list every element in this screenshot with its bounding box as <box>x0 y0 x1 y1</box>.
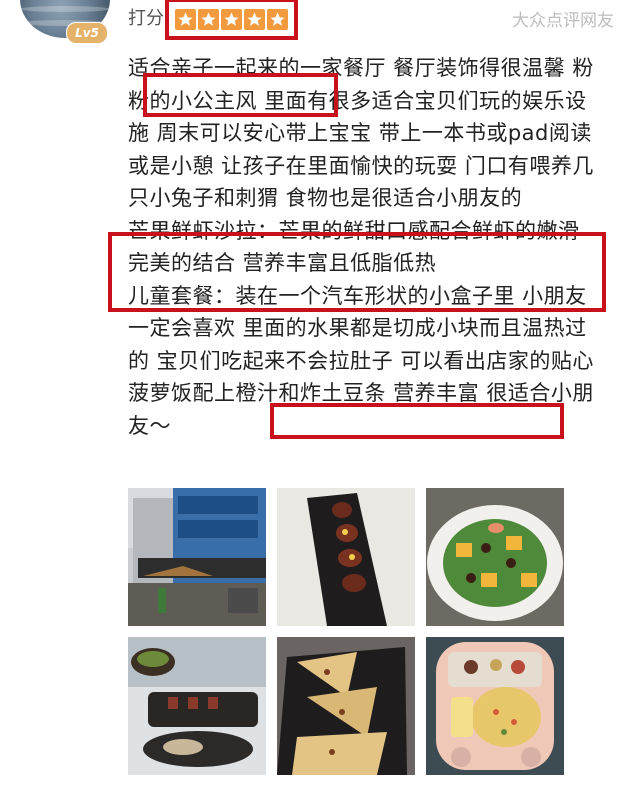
review-paragraph-kids-meal: 儿童套餐：装在一个汽车形状的小盒子里 小朋友一定会喜欢 里面的水果都是切成小块而… <box>128 283 594 438</box>
review-paragraph-salad: 芒果鲜虾沙拉：芒果的鲜甜口感配合鲜虾的嫩滑 完美的结合 营养丰富且低脂低热 <box>128 218 580 276</box>
star-icon <box>198 8 219 30</box>
star-icon <box>175 8 196 30</box>
photo-grid <box>128 488 564 789</box>
photo-kids-meal-car[interactable] <box>426 637 564 775</box>
photo-dessert-plate[interactable] <box>128 637 266 775</box>
photo-quesadilla[interactable] <box>277 637 415 775</box>
star-icon <box>221 8 242 30</box>
photo-mango-shrimp-salad[interactable] <box>426 488 564 626</box>
star-icon <box>267 8 288 30</box>
star-icon <box>244 8 265 30</box>
star-rating <box>165 0 298 40</box>
review-paragraph-intro: 适合亲子一起来的一家餐厅 餐厅装饰得很温馨 粉粉的小公主风 里面有很多适合宝贝们… <box>128 56 594 210</box>
photo-roll-dish[interactable] <box>277 488 415 626</box>
rating-label: 打分 <box>128 8 164 29</box>
source-tag: 大众点评网友 <box>512 11 614 31</box>
level-badge: Lv5 <box>66 22 108 44</box>
review-text: 适合亲子一起来的一家餐厅 餐厅装饰得很温馨 粉粉的小公主风 里面有很多适合宝贝们… <box>128 52 608 442</box>
photo-restaurant-exterior[interactable] <box>128 488 266 626</box>
